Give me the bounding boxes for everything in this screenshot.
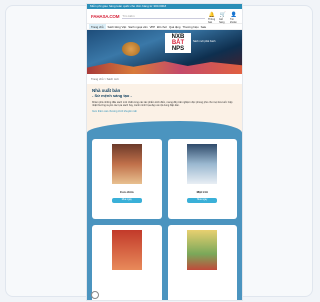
nav-item[interactable]: Thương hiệu — [182, 25, 198, 29]
nav-item[interactable]: Sách tiếng Việt — [108, 25, 127, 29]
buy-button[interactable]: Mua ngay — [187, 198, 218, 204]
intro-paragraph: Khám phá những đầu sách mới nhất cùng cá… — [92, 101, 233, 108]
book-cover[interactable] — [187, 230, 218, 271]
account-icon[interactable]: 👤 Tài khoản — [230, 12, 238, 24]
intro-section: Nhà xuất bản - Sứ mệnh sáng tạo - Khám p… — [87, 84, 242, 118]
chat-bubble-icon[interactable] — [91, 291, 99, 299]
product-card[interactable] — [167, 225, 237, 300]
product-name[interactable]: Con chim — [120, 190, 134, 194]
product-card[interactable]: Mặt trời Mua ngay — [167, 139, 237, 220]
mobile-page-preview[interactable]: Miễn phí giao hàng toàn quốc cho đơn hàn… — [87, 4, 242, 300]
book-cover[interactable] — [111, 144, 142, 185]
nav-item[interactable]: Quà tặng — [169, 25, 181, 29]
hero-banner[interactable]: NXB BẮT NPS Sách mới phát hành — [87, 30, 242, 74]
notification-icon[interactable]: 🔔 Thông báo — [208, 12, 216, 24]
product-card[interactable] — [92, 225, 162, 300]
nav-item[interactable]: Đồ chơi — [157, 25, 167, 29]
banner-subtitle: Sách mới phát hành — [193, 40, 216, 43]
reef-illustration — [87, 61, 242, 74]
nav-item[interactable]: VPP — [150, 25, 156, 29]
nav-item[interactable]: Trang chủ — [89, 24, 106, 29]
main-nav: Trang chủ Sách tiếng Việt Sách ngoại văn… — [87, 23, 242, 30]
product-card[interactable]: Con chim Mua ngay — [92, 139, 162, 220]
nav-item[interactable]: Sách ngoại văn — [128, 25, 147, 29]
book-cover[interactable] — [187, 144, 218, 185]
site-header: FAHASA.COM Tìm kiếm 🔔 Thông báo 🛒 Giỏ hàng… — [87, 9, 242, 24]
intro-link[interactable]: Xem thêm các chương trình khuyến mãi — [92, 110, 237, 113]
octopus-illustration — [122, 42, 140, 56]
site-logo[interactable]: FAHASA.COM — [91, 14, 119, 19]
nav-item[interactable]: Sale — [201, 25, 207, 29]
product-grid: Con chim Mua ngay Mặt trời Mua ngay — [87, 133, 242, 300]
book-cover[interactable] — [111, 230, 142, 271]
product-name[interactable]: Mặt trời — [197, 190, 208, 194]
search-input[interactable]: Tìm kiếm — [122, 13, 205, 19]
wave-divider — [87, 117, 242, 134]
banner-title: NXB BẮT NPS — [165, 33, 191, 53]
buy-button[interactable]: Mua ngay — [111, 198, 142, 204]
intro-subheading: - Sứ mệnh sáng tạo - — [92, 93, 132, 98]
breadcrumb[interactable]: Trang chủ > Sách mới — [87, 74, 242, 84]
cart-icon[interactable]: 🛒 Giỏ hàng — [219, 12, 227, 24]
